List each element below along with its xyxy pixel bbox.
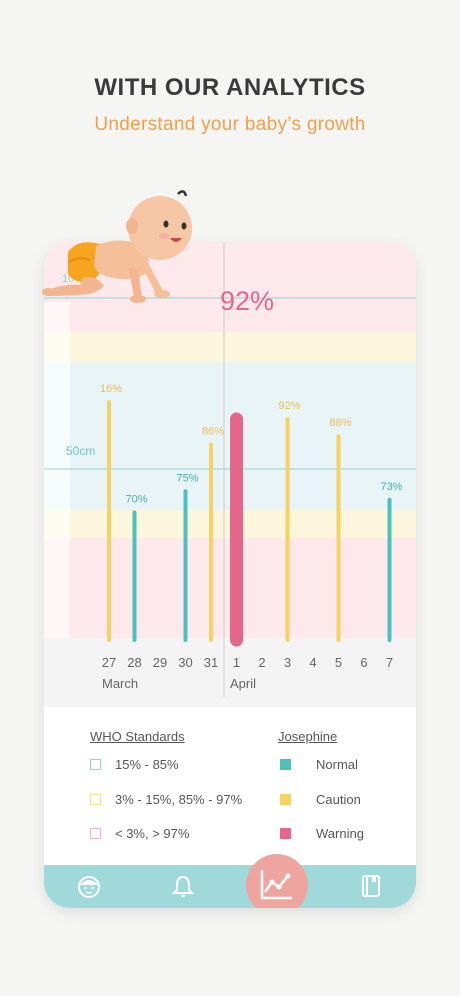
day-label: 29 xyxy=(153,655,167,670)
day-label: 31 xyxy=(204,655,218,670)
who-item-warning: < 3%, > 97% xyxy=(90,826,189,841)
analytics-tab-button[interactable] xyxy=(246,854,308,908)
baby-item-normal: Normal xyxy=(280,757,358,772)
who-item-normal: 15% - 85% xyxy=(90,757,179,772)
page-headline: WITH OUR ANALYTICS xyxy=(94,74,366,101)
day-label: 2 xyxy=(258,655,265,670)
chart-icon xyxy=(260,870,292,900)
bar-value-label: 88% xyxy=(329,417,351,429)
baby-item-caution: Caution xyxy=(280,792,361,807)
who-standards-title: WHO Standards xyxy=(90,729,185,744)
bar-value-label: 86% xyxy=(202,426,224,438)
baby-name-title: Josephine xyxy=(278,729,338,744)
swatch-outline-pink xyxy=(90,828,101,839)
crawling-baby-illustration xyxy=(42,190,192,303)
who-item-label: 3% - 15%, 85% - 97% xyxy=(115,792,243,807)
legend-panel: WHO Standards Josephine 15% - 85% 3% - 1… xyxy=(44,707,416,865)
month-label-march: March xyxy=(102,676,138,691)
baby-item-warning: Warning xyxy=(280,826,364,841)
swatch-solid-teal xyxy=(280,759,291,770)
swatch-outline-teal xyxy=(90,759,101,770)
day-label: 27 xyxy=(102,655,116,670)
bar-value-label: 75% xyxy=(176,472,198,484)
highlight-value: 92% xyxy=(220,286,274,316)
book-icon[interactable] xyxy=(358,873,384,899)
height-marker-label: 50cm xyxy=(66,444,95,458)
day-label: 6 xyxy=(360,655,367,670)
left-strip xyxy=(44,302,70,638)
day-label: 5 xyxy=(335,655,342,670)
swatch-solid-yellow xyxy=(280,794,291,805)
who-item-label: < 3%, > 97% xyxy=(115,826,190,841)
swatch-outline-yellow xyxy=(90,794,101,805)
month-label-april: April xyxy=(230,676,256,691)
bar-value-label: 16% xyxy=(100,383,122,395)
bar-value-label: 70% xyxy=(125,494,147,506)
who-item-label: 15% - 85% xyxy=(115,757,179,772)
baby-item-label: Warning xyxy=(316,826,364,841)
growth-chart-svg: 10 50cm 16%70%75%86%92%88%73% 27 28 29 30 31… xyxy=(44,242,416,707)
phone-screen: 10 50cm 16% 70% 75% 86% 92% 88% 73% 27 28 29 30 31… xyxy=(44,242,416,908)
day-label: 28 xyxy=(127,655,141,670)
day-label: 30 xyxy=(178,655,192,670)
band-caution-top xyxy=(44,332,416,362)
page-subheadline: Understand your baby’s growth xyxy=(94,114,366,135)
day-label: 1 xyxy=(233,655,240,670)
baby-profile-icon[interactable] xyxy=(76,873,102,899)
bar-value-label: 92% xyxy=(278,400,300,412)
day-label: 3 xyxy=(284,655,291,670)
who-item-caution: 3% - 15%, 85% - 97% xyxy=(90,792,242,807)
growth-chart[interactable]: 10 50cm 16% 70% 75% 86% 92% 88% 73% 27 28 29 30 31… xyxy=(44,242,416,707)
baby-item-label: Caution xyxy=(316,792,361,807)
day-label: 4 xyxy=(309,655,316,670)
swatch-solid-pink xyxy=(280,828,291,839)
bar-value-label: 73% xyxy=(380,481,402,493)
bottom-nav xyxy=(44,865,416,908)
axis-background xyxy=(44,638,416,707)
day-label: 7 xyxy=(386,655,393,670)
bell-icon[interactable] xyxy=(170,873,196,899)
baby-item-label: Normal xyxy=(316,757,358,772)
